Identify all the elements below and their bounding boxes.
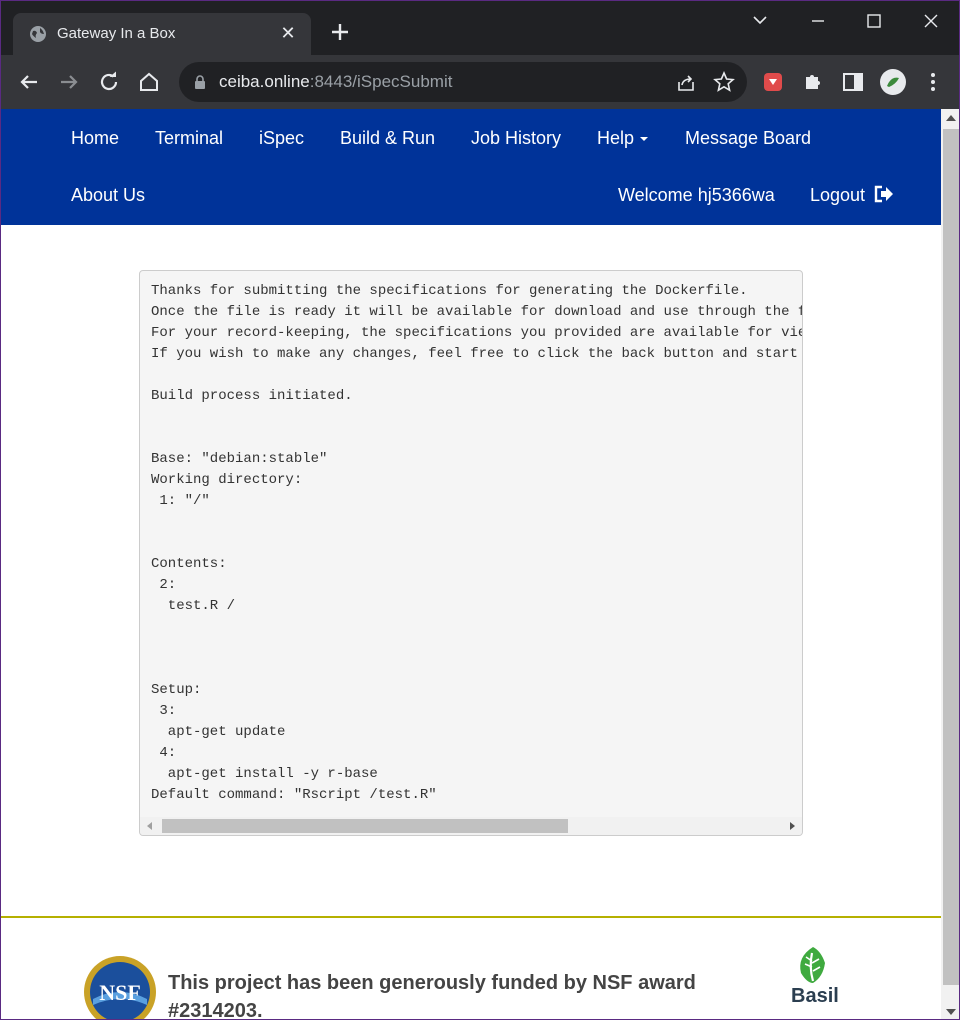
profile-avatar-icon[interactable] bbox=[879, 68, 907, 96]
basil-logo-text: Basil bbox=[791, 985, 839, 1007]
address-bar[interactable]: ceiba.online:8443/iSpecSubmit bbox=[179, 62, 747, 102]
browser-tab[interactable]: Gateway In a Box ✕ bbox=[13, 13, 311, 55]
scroll-up-icon[interactable] bbox=[946, 115, 956, 121]
minimize-icon[interactable] bbox=[803, 9, 833, 33]
spec-output-text: Thanks for submitting the specifications… bbox=[151, 283, 802, 803]
browser-toolbar: ceiba.online:8443/iSpecSubmit bbox=[1, 55, 959, 109]
horizontal-scrollbar[interactable] bbox=[140, 817, 802, 835]
nav-logout-label: Logout bbox=[810, 185, 866, 205]
url-text: ceiba.online:8443/iSpecSubmit bbox=[219, 72, 452, 92]
extensions-puzzle-icon[interactable] bbox=[799, 68, 827, 96]
share-icon[interactable] bbox=[675, 72, 697, 94]
lock-icon[interactable] bbox=[193, 74, 207, 90]
new-tab-icon[interactable] bbox=[327, 19, 353, 45]
caret-down-icon bbox=[640, 137, 649, 142]
nav-home[interactable]: Home bbox=[71, 128, 119, 149]
nsf-logo: NSF bbox=[84, 956, 156, 1019]
vertical-scroll-thumb[interactable] bbox=[943, 129, 959, 985]
footer-divider bbox=[1, 916, 941, 918]
nav-build-run[interactable]: Build & Run bbox=[340, 128, 435, 149]
nav-ispec[interactable]: iSpec bbox=[259, 128, 304, 149]
browser-window: Gateway In a Box ✕ ceiba.online:8443/iSp… bbox=[0, 0, 960, 1020]
url-host: ceiba.online bbox=[219, 72, 310, 91]
spec-output-panel[interactable]: Thanks for submitting the specifications… bbox=[139, 270, 803, 836]
nsf-logo-text: NSF bbox=[99, 980, 141, 1005]
maximize-icon[interactable] bbox=[859, 9, 889, 33]
page-viewport: Home Terminal iSpec Build & Run Job Hist… bbox=[1, 109, 941, 1020]
scroll-right-icon[interactable] bbox=[790, 822, 795, 830]
nav-help-dropdown[interactable]: Help bbox=[597, 128, 649, 149]
tab-strip: Gateway In a Box ✕ bbox=[1, 1, 959, 55]
globe-icon bbox=[30, 26, 46, 42]
bookmark-star-icon[interactable] bbox=[713, 71, 735, 93]
url-path: :8443/iSpecSubmit bbox=[309, 72, 453, 91]
home-icon[interactable] bbox=[135, 68, 163, 96]
tab-close-icon[interactable]: ✕ bbox=[277, 22, 299, 44]
reload-icon[interactable] bbox=[95, 68, 123, 96]
extension-shield-icon[interactable] bbox=[759, 68, 787, 96]
scroll-left-icon[interactable] bbox=[147, 822, 152, 830]
nav-terminal[interactable]: Terminal bbox=[155, 128, 223, 149]
vertical-scrollbar[interactable] bbox=[941, 109, 959, 1019]
close-window-icon[interactable] bbox=[916, 9, 946, 33]
nav-welcome-user[interactable]: Welcome hj5366wa bbox=[618, 185, 775, 206]
horizontal-scroll-thumb[interactable] bbox=[162, 819, 568, 833]
tab-search-icon[interactable] bbox=[745, 9, 775, 33]
side-panel-icon[interactable] bbox=[839, 68, 867, 96]
scroll-down-icon[interactable] bbox=[946, 1009, 956, 1015]
basil-leaf-icon bbox=[800, 947, 825, 983]
nav-about-us[interactable]: About Us bbox=[71, 185, 145, 206]
menu-kebab-icon[interactable] bbox=[919, 68, 947, 96]
nav-help-label: Help bbox=[597, 128, 635, 148]
forward-icon[interactable] bbox=[55, 68, 83, 96]
site-navbar: Home Terminal iSpec Build & Run Job Hist… bbox=[1, 109, 941, 225]
logout-icon bbox=[874, 185, 894, 203]
nav-job-history[interactable]: Job History bbox=[471, 128, 561, 149]
tab-title: Gateway In a Box bbox=[57, 25, 176, 42]
funding-statement: This project has been generously funded … bbox=[168, 972, 696, 1020]
back-icon[interactable] bbox=[15, 68, 43, 96]
nav-logout[interactable]: Logout bbox=[810, 185, 894, 206]
nav-message-board[interactable]: Message Board bbox=[685, 128, 811, 149]
